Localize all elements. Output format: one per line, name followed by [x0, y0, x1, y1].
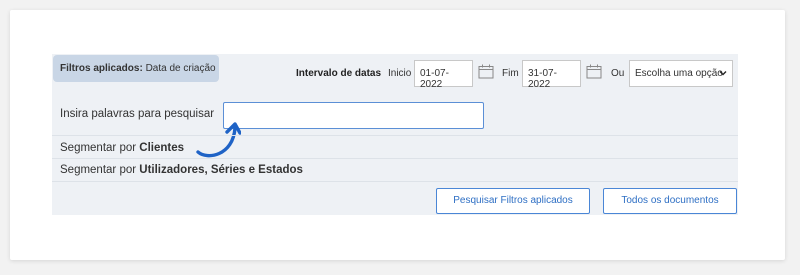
- segment-prefix: Segmentar por: [60, 164, 137, 176]
- search-label: Insira palavras para pesquisar: [60, 108, 215, 120]
- end-date-label: Fim: [502, 68, 519, 79]
- segment-clients-label: Clientes: [139, 142, 185, 154]
- applied-filters-badge: Filtros aplicados: Data de criação: [53, 55, 219, 82]
- segment-prefix: Segmentar por: [60, 142, 137, 154]
- all-documents-button[interactable]: Todos os documentos: [603, 188, 737, 214]
- start-date-label: Inicio: [388, 68, 412, 79]
- search-filters-button[interactable]: Pesquisar Filtros aplicados: [436, 188, 590, 214]
- segment-users[interactable]: Segmentar por Utilizadores, Séries e Est…: [60, 164, 303, 176]
- calendar-icon[interactable]: [586, 64, 602, 79]
- chevron-down-icon: [719, 71, 727, 76]
- segment-users-label: Utilizadores, Séries e Estados: [139, 164, 303, 176]
- or-label: Ou: [611, 68, 625, 79]
- applied-filters-label: Filtros aplicados:: [60, 63, 143, 74]
- applied-filters-value: Data de criação: [145, 63, 216, 74]
- divider: [52, 135, 738, 136]
- period-select[interactable]: Escolha uma opção: [629, 60, 733, 87]
- divider: [52, 181, 738, 182]
- end-date-input[interactable]: 31-07-2022: [522, 60, 581, 90]
- start-date-input[interactable]: 01-07-2022: [414, 60, 473, 90]
- calendar-icon[interactable]: [478, 64, 494, 79]
- date-range-label: Intervalo de datas: [296, 68, 382, 79]
- divider: [52, 158, 738, 159]
- period-select-value: Escolha uma opção: [635, 68, 723, 79]
- search-input[interactable]: [223, 102, 484, 129]
- segment-clients[interactable]: Segmentar por Clientes: [60, 142, 184, 154]
- curved-arrow-icon: [196, 122, 241, 158]
